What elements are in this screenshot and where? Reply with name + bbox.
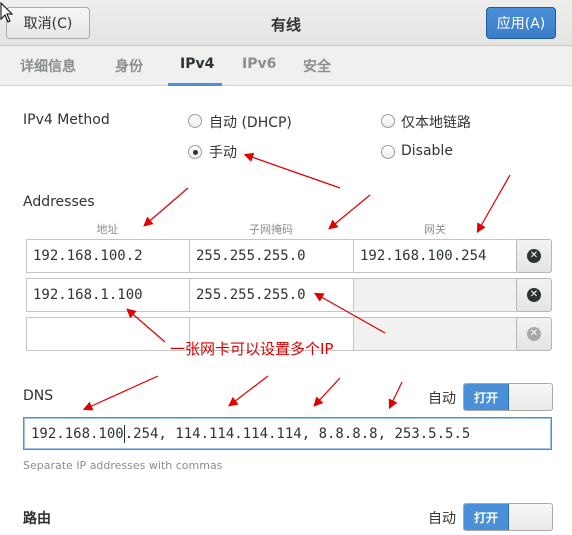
apply-button[interactable]: 应用(A) <box>486 7 556 39</box>
gateway-field[interactable]: 192.168.100.254 <box>353 239 518 273</box>
dns-hint: Separate IP addresses with commas <box>23 459 223 472</box>
dns-auto-label: 自动 <box>428 391 456 407</box>
annotation-text: 一张网卡可以设置多个IP <box>170 340 334 358</box>
gateway-field[interactable] <box>353 317 518 351</box>
tab-ipv6[interactable]: IPv6 <box>242 56 276 72</box>
address-field[interactable]: 192.168.1.100 <box>26 278 190 312</box>
tab-details[interactable]: 详细信息 <box>20 56 76 76</box>
address-field[interactable]: 192.168.100.2 <box>26 239 190 273</box>
arrow-to-dns-1 <box>82 375 159 411</box>
delete-address-button[interactable]: ✕ <box>516 317 552 351</box>
radio-disable[interactable] <box>381 145 395 159</box>
routes-auto-label: 自动 <box>428 511 456 527</box>
toggle-on-label: 打开 <box>464 504 509 530</box>
routes-label: 路由 <box>23 511 51 527</box>
radio-disable-label[interactable]: Disable <box>401 143 453 159</box>
dns-value-part2: .254, 114.114.114.114, 8.8.8.8, 253.5.5.… <box>124 425 471 442</box>
routes-auto-toggle[interactable]: 打开 <box>463 503 553 531</box>
active-tab-indicator <box>168 83 222 86</box>
radio-link-local[interactable] <box>381 114 395 128</box>
radio-manual-label[interactable]: 手动 <box>209 142 237 162</box>
close-icon: ✕ <box>527 327 541 341</box>
dns-label: DNS <box>23 388 54 404</box>
mouse-pointer-icon <box>0 2 14 23</box>
close-icon: ✕ <box>527 288 541 302</box>
arrow-to-manual <box>243 152 341 189</box>
tab-security[interactable]: 安全 <box>303 56 331 76</box>
tab-ipv4[interactable]: IPv4 <box>180 56 214 72</box>
address-field[interactable] <box>26 317 190 351</box>
arrow-to-dns-3 <box>313 377 341 407</box>
arrow-to-address-column <box>143 187 189 227</box>
arrow-to-dns-4 <box>388 381 403 410</box>
tab-identity[interactable]: 身份 <box>115 56 143 76</box>
dns-auto-toggle[interactable]: 打开 <box>463 383 553 411</box>
netmask-field[interactable]: 255.255.255.0 <box>189 278 354 312</box>
close-icon: ✕ <box>527 249 541 263</box>
delete-address-button[interactable]: ✕ <box>516 239 552 273</box>
dns-input[interactable]: 192.168.100.254, 114.114.114.114, 8.8.8.… <box>23 417 552 450</box>
gateway-field[interactable] <box>353 278 518 312</box>
radio-link-local-label[interactable]: 仅本地链路 <box>401 112 471 132</box>
radio-dhcp[interactable] <box>188 114 202 128</box>
radio-dhcp-label[interactable]: 自动 (DHCP) <box>209 112 292 132</box>
column-gateway: 网关 <box>424 223 446 236</box>
arrow-to-dns-2 <box>228 375 269 407</box>
addresses-label: Addresses <box>23 194 95 210</box>
tab-bar: 详细信息 身份 IPv4 IPv6 安全 <box>0 46 572 86</box>
netmask-field[interactable]: 255.255.255.0 <box>189 239 354 273</box>
dns-value-part1: 192.168.100 <box>31 425 124 442</box>
toggle-on-label: 打开 <box>464 384 509 410</box>
delete-address-button[interactable]: ✕ <box>516 278 552 312</box>
radio-manual[interactable] <box>188 145 202 159</box>
column-address: 地址 <box>96 223 119 236</box>
ipv4-method-label: IPv4 Method <box>23 112 110 128</box>
column-netmask: 子网掩码 <box>249 223 293 236</box>
header-bar: 取消(C) 有线 应用(A) <box>0 0 572 46</box>
